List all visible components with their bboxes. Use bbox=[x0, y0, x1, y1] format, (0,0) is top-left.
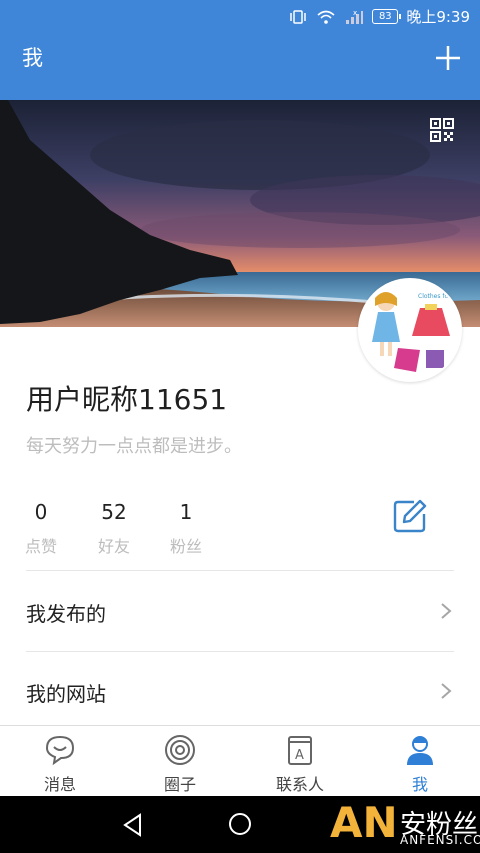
menu-item-my-posts[interactable]: 我发布的 bbox=[0, 572, 480, 652]
chat-bubble-icon bbox=[45, 735, 75, 766]
stat-value: 52 bbox=[101, 500, 127, 524]
menu-item-label: 我发布的 bbox=[26, 602, 106, 626]
stat-value: 0 bbox=[34, 500, 48, 524]
tab-me[interactable]: 我 bbox=[360, 726, 480, 797]
tab-contacts[interactable]: A 联系人 bbox=[240, 726, 360, 797]
svg-text:Clothes for: Clothes for bbox=[418, 293, 451, 300]
page-title: 我 bbox=[22, 46, 43, 70]
status-icons: x 83 晚上9:39 bbox=[288, 6, 470, 27]
tab-label: 圈子 bbox=[163, 775, 196, 794]
svg-text:x: x bbox=[353, 9, 357, 17]
tab-messages[interactable]: 消息 bbox=[0, 726, 120, 797]
stat-friends[interactable]: 52 好友 bbox=[89, 500, 139, 557]
profile-stats: 0 点赞 52 好友 1 粉丝 bbox=[25, 500, 226, 560]
stat-label: 粉丝 bbox=[169, 537, 202, 556]
tab-label: 联系人 bbox=[275, 775, 324, 794]
watermark-subtext: ANFENSI.COM bbox=[400, 833, 480, 847]
status-time: 晚上9:39 bbox=[406, 8, 470, 26]
user-icon bbox=[407, 736, 433, 765]
add-icon[interactable] bbox=[434, 44, 462, 72]
menu-item-my-website[interactable]: 我的网站 bbox=[0, 652, 480, 732]
user-signature: 每天努力一点点都是进步。 bbox=[26, 436, 242, 457]
vibrate-icon bbox=[290, 9, 307, 24]
qr-code-icon[interactable] bbox=[430, 118, 454, 142]
chevron-right-icon bbox=[441, 603, 452, 619]
contacts-book-icon: A bbox=[288, 736, 312, 765]
system-navigation-bar: AN 安粉丝 ANFENSI.COM bbox=[0, 796, 480, 853]
signal-icon: x bbox=[346, 9, 364, 24]
avatar[interactable]: Clothes for bbox=[358, 278, 462, 382]
watermark: AN 安粉丝 ANFENSI.COM bbox=[330, 798, 480, 851]
watermark-logo: AN bbox=[330, 798, 398, 847]
stat-value: 1 bbox=[179, 500, 193, 524]
divider bbox=[26, 570, 454, 571]
status-bar: x 83 晚上9:39 bbox=[0, 0, 480, 32]
svg-text:A: A bbox=[295, 748, 304, 763]
back-icon[interactable] bbox=[120, 812, 146, 838]
bottom-tab-bar: 消息 圈子 A 联系人 我 bbox=[0, 725, 480, 797]
home-icon[interactable] bbox=[228, 812, 252, 836]
tab-label: 我 bbox=[411, 775, 428, 794]
edit-profile-icon[interactable] bbox=[392, 498, 428, 534]
tab-circles[interactable]: 圈子 bbox=[120, 726, 240, 797]
stat-label: 好友 bbox=[97, 537, 130, 556]
tab-label: 消息 bbox=[43, 775, 76, 794]
menu-item-label: 我的网站 bbox=[26, 682, 106, 706]
user-nickname: 用户昵称11651 bbox=[26, 383, 228, 416]
avatar-image: Clothes for bbox=[360, 280, 460, 380]
stat-label: 点赞 bbox=[24, 537, 57, 556]
chevron-right-icon bbox=[441, 683, 452, 699]
circle-icon bbox=[165, 735, 195, 765]
stat-likes[interactable]: 0 点赞 bbox=[16, 500, 66, 557]
wifi-icon bbox=[317, 10, 335, 24]
battery-icon: 83 bbox=[372, 9, 402, 24]
app-header: 我 bbox=[0, 32, 480, 100]
stat-fans[interactable]: 1 粉丝 bbox=[161, 500, 211, 557]
